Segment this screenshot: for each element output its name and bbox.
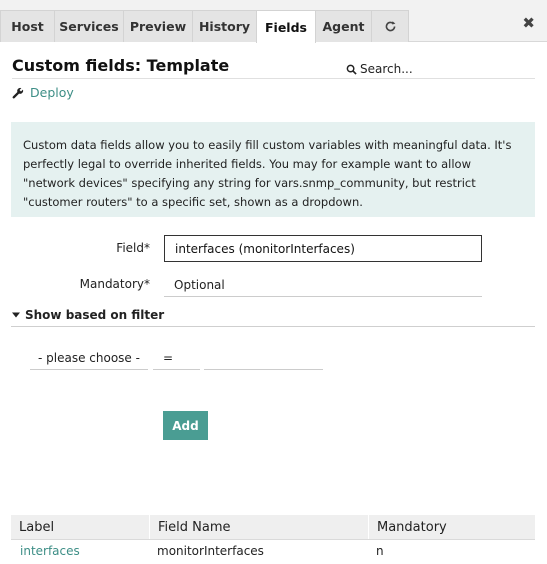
search-placeholder: Search... (360, 62, 413, 76)
filter-operator-select[interactable]: = (153, 346, 200, 370)
tab-agent[interactable]: Agent (315, 10, 372, 42)
field-value: interfaces (monitorInterfaces) (175, 241, 355, 256)
mandatory-label: Mandatory* (79, 277, 150, 291)
search-input[interactable]: Search... (346, 60, 535, 78)
table-header: Label Field Name Mandatory (11, 515, 535, 540)
filter-toggle[interactable]: Show based on filter (11, 308, 164, 322)
tab-refresh[interactable] (371, 10, 409, 42)
tab-label: Agent (322, 19, 365, 34)
add-button[interactable]: Add (163, 411, 208, 440)
refresh-icon (385, 21, 395, 32)
tab-label: History (198, 19, 251, 34)
tab-label: Services (59, 19, 119, 34)
row-label-link[interactable]: interfaces (20, 541, 80, 561)
deploy-label: Deploy (30, 85, 74, 100)
field-label: Field* (116, 241, 150, 255)
tab-label: Fields (265, 19, 307, 35)
filter-property-select[interactable]: - please choose - (30, 346, 148, 370)
info-text: Custom data fields allow you to easily f… (23, 138, 512, 209)
mandatory-select[interactable]: Optional (164, 273, 482, 297)
info-box: Custom data fields allow you to easily f… (11, 122, 535, 217)
filter-divider (11, 326, 535, 327)
wrench-icon (12, 87, 24, 98)
filter-toggle-label: Show based on filter (25, 308, 165, 322)
tab-label: Preview (129, 19, 187, 34)
row-field-name: monitorInterfaces (157, 544, 264, 558)
deploy-link[interactable]: Deploy (12, 85, 74, 100)
filter-operator-value: = (163, 350, 174, 365)
tab-services[interactable]: Services (54, 10, 124, 42)
filter-value-input[interactable] (204, 346, 323, 370)
tab-label: Host (11, 19, 44, 34)
tab-host[interactable]: Host (0, 10, 55, 42)
title-divider (12, 78, 535, 79)
field-select[interactable]: interfaces (monitorInterfaces) (164, 235, 482, 262)
tab-fields[interactable]: Fields (256, 10, 316, 43)
add-button-label: Add (172, 418, 199, 433)
caret-down-icon (12, 312, 20, 318)
column-header-label[interactable]: Label (11, 515, 149, 539)
tab-history[interactable]: History (192, 10, 257, 42)
close-icon[interactable]: ✖ (522, 14, 535, 32)
row-mandatory: n (376, 544, 384, 558)
filter-property-value: - please choose - (38, 350, 140, 365)
mandatory-value: Optional (174, 277, 225, 292)
page-title: Custom fields: Template (12, 56, 230, 75)
tab-bar: Host Services Preview History Fields Age… (0, 0, 547, 43)
column-header-mandatory[interactable]: Mandatory (368, 515, 535, 539)
tab-preview[interactable]: Preview (123, 10, 193, 42)
search-icon (346, 64, 357, 75)
column-header-field-name[interactable]: Field Name (149, 515, 366, 539)
